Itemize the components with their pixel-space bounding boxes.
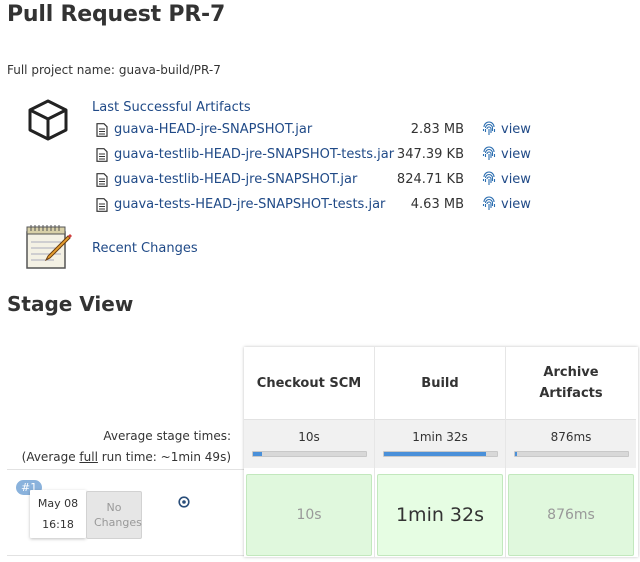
file-icon [96, 173, 108, 187]
stage-name: Archive Artifacts [539, 365, 603, 401]
full-project-name-value: guava-build/PR-7 [118, 63, 221, 77]
full-project-name: Full project name: guava-build/PR-7 [7, 63, 221, 77]
stage-column-archive-artifacts: Archive Artifacts 876ms 876ms [506, 347, 636, 557]
artifact-file-link[interactable]: guava-testlib-HEAD-jre-SNAPSHOT.jar [114, 172, 357, 187]
stage-progress-fill [384, 452, 486, 456]
stage-progress-fill [253, 452, 262, 456]
artifact-row: guava-testlib-HEAD-jre-SNAPSHOT.jar 824.7… [96, 171, 536, 192]
avg-run-prefix: (Average [21, 450, 80, 464]
notepad-icon [26, 225, 72, 269]
stage-header: Checkout SCM [244, 347, 374, 419]
fingerprint-icon[interactable] [482, 171, 496, 187]
artifact-row: guava-tests-HEAD-jre-SNAPSHOT-tests.jar 4… [96, 196, 536, 217]
no-changes-box: No Changes [86, 491, 142, 539]
full-project-name-label: Full project name: [7, 63, 115, 77]
page-title: Pull Request PR-7 [7, 2, 226, 27]
stage-average: 10s [244, 419, 374, 468]
stage-cell-success[interactable]: 10s [246, 474, 372, 556]
fingerprint-icon[interactable] [482, 146, 496, 162]
file-icon [96, 198, 108, 212]
stage-name: Checkout SCM [256, 375, 362, 391]
stage-average-time: 876ms [550, 430, 592, 444]
build-date-card: May 08 16:18 [30, 490, 86, 538]
stage-progress-bar [383, 451, 498, 457]
file-icon [96, 148, 108, 162]
recent-changes-link[interactable]: Recent Changes [92, 241, 198, 256]
artifact-view-link[interactable]: view [501, 147, 531, 162]
fingerprint-icon[interactable] [482, 121, 496, 137]
artifact-file-link[interactable]: guava-HEAD-jre-SNAPSHOT.jar [114, 122, 312, 137]
stage-progress-fill [515, 452, 517, 456]
average-stage-times-label: Average stage times: [103, 429, 231, 443]
stage-column-checkout-scm: Checkout SCM 10s 10s [244, 347, 375, 557]
stage-view-table: Checkout SCM 10s 10s Build 1min 32s 1min… [244, 347, 638, 557]
fingerprint-icon[interactable] [482, 196, 496, 212]
info-circle-icon[interactable] [178, 496, 190, 508]
avg-run-suffix: run time: ~1min 49s) [97, 450, 231, 464]
stage-average-time: 10s [298, 430, 320, 444]
stage-average: 1min 32s [375, 419, 505, 468]
artifact-view-link[interactable]: view [501, 122, 531, 137]
artifact-view-link[interactable]: view [501, 197, 531, 212]
file-icon [96, 123, 108, 137]
stage-cell-success[interactable]: 876ms [508, 474, 634, 556]
artifact-file-size: 2.83 MB [410, 122, 464, 137]
stage-average-time: 1min 32s [412, 430, 468, 444]
stage-column-build: Build 1min 32s 1min 32s [375, 347, 506, 557]
stage-progress-bar [252, 451, 367, 457]
artifact-file-size: 347.39 KB [396, 147, 464, 162]
stage-header: Build [375, 347, 505, 419]
artifact-file-link[interactable]: guava-tests-HEAD-jre-SNAPSHOT-tests.jar [114, 197, 385, 212]
stage-average: 876ms [506, 419, 636, 468]
no-changes-text: No Changes [94, 501, 142, 529]
average-run-time-label: (Average full run time: ~1min 49s) [22, 450, 231, 464]
artifact-row: guava-testlib-HEAD-jre-SNAPSHOT-tests.ja… [96, 146, 536, 167]
artifact-file-size: 4.63 MB [410, 197, 464, 212]
stage-cell-success[interactable]: 1min 32s [377, 474, 503, 556]
last-successful-artifacts-link[interactable]: Last Successful Artifacts [92, 100, 251, 115]
package-icon [28, 99, 68, 141]
artifact-file-link[interactable]: guava-testlib-HEAD-jre-SNAPSHOT-tests.ja… [114, 147, 394, 162]
build-row-divider [7, 469, 244, 470]
build-row-divider-bottom [7, 555, 244, 556]
build-date: May 08 [37, 497, 79, 510]
avg-run-full-link[interactable]: full [79, 450, 98, 464]
artifact-file-size: 824.71 KB [396, 172, 464, 187]
artifact-view-link[interactable]: view [501, 172, 531, 187]
stage-name: Build [421, 375, 459, 391]
build-time: 16:18 [42, 518, 74, 531]
stage-view-heading: Stage View [7, 292, 134, 316]
stage-header: Archive Artifacts [506, 347, 636, 419]
stage-progress-bar [514, 451, 629, 457]
artifact-row: guava-HEAD-jre-SNAPSHOT.jar 2.83 MB view [96, 121, 536, 142]
